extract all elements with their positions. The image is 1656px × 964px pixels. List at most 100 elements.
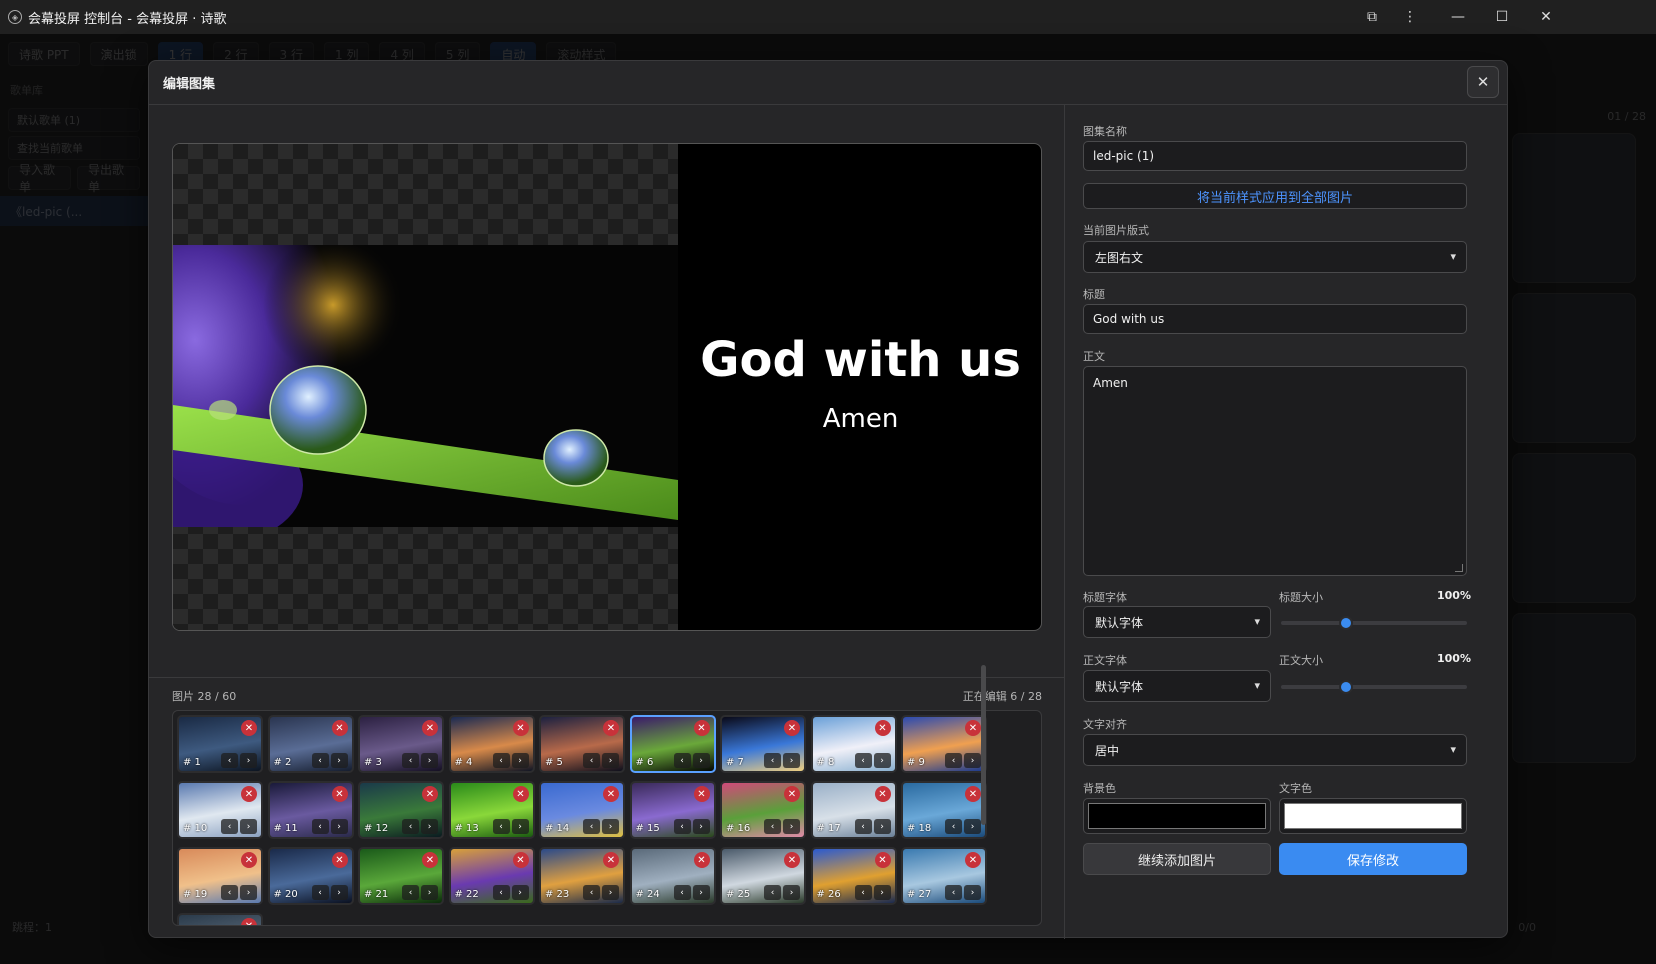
delete-icon[interactable]: ✕ — [241, 786, 257, 802]
delete-icon[interactable]: ✕ — [603, 852, 619, 868]
delete-icon[interactable]: ✕ — [784, 786, 800, 802]
move-right-icon[interactable]: › — [873, 753, 891, 768]
delete-icon[interactable]: ✕ — [784, 852, 800, 868]
move-right-icon[interactable]: › — [511, 753, 529, 768]
move-right-icon[interactable]: › — [964, 753, 981, 768]
move-left-icon[interactable]: ‹ — [583, 819, 600, 834]
move-right-icon[interactable]: › — [964, 885, 981, 900]
delete-icon[interactable]: ✕ — [965, 720, 981, 736]
move-right-icon[interactable]: › — [783, 885, 800, 900]
move-right-icon[interactable]: › — [692, 885, 710, 900]
thumbnail-item[interactable]: # 22 ✕ ‹ › — [448, 847, 535, 905]
move-left-icon[interactable]: ‹ — [402, 885, 419, 900]
delete-icon[interactable]: ✕ — [603, 786, 619, 802]
move-right-icon[interactable]: › — [421, 819, 438, 834]
delete-icon[interactable]: ✕ — [422, 786, 438, 802]
move-right-icon[interactable]: › — [964, 819, 981, 834]
move-right-icon[interactable]: › — [692, 753, 710, 768]
move-left-icon[interactable]: ‹ — [402, 819, 419, 834]
thumbnail-item[interactable]: # 1 ✕ ‹ › — [177, 715, 263, 773]
resize-handle-icon[interactable] — [1455, 564, 1463, 572]
delete-icon[interactable]: ✕ — [965, 786, 981, 802]
minimize-icon[interactable]: — — [1434, 0, 1482, 34]
move-right-icon[interactable]: › — [330, 753, 348, 768]
move-left-icon[interactable]: ‹ — [945, 885, 962, 900]
thumbnail-item[interactable]: # 9 ✕ ‹ › — [901, 715, 987, 773]
move-left-icon[interactable]: ‹ — [764, 819, 781, 834]
move-left-icon[interactable]: ‹ — [583, 885, 600, 900]
delete-icon[interactable]: ✕ — [874, 786, 891, 802]
thumbnail-scrollbar[interactable] — [981, 665, 986, 825]
delete-icon[interactable]: ✕ — [965, 852, 981, 868]
bg-color-picker[interactable] — [1083, 798, 1271, 834]
thumbnail-item[interactable]: # 2 ✕ ‹ › — [267, 715, 354, 773]
thumbnail-item[interactable]: # 21 ✕ ‹ › — [358, 847, 444, 905]
delete-icon[interactable]: ✕ — [331, 852, 348, 868]
thumbnail-item[interactable]: # 10 ✕ ‹ › — [177, 781, 263, 839]
delete-icon[interactable]: ✕ — [512, 852, 529, 868]
move-left-icon[interactable]: ‹ — [311, 819, 329, 834]
move-left-icon[interactable]: ‹ — [673, 753, 691, 768]
delete-icon[interactable]: ✕ — [693, 852, 710, 868]
layout-select[interactable]: 左图右文 ▾ — [1083, 241, 1467, 273]
body-font-select[interactable]: 默认字体 ▾ — [1083, 670, 1271, 702]
thumbnail-item[interactable]: # 26 ✕ ‹ › — [810, 847, 897, 905]
move-left-icon[interactable]: ‹ — [221, 885, 238, 900]
delete-icon[interactable]: ✕ — [693, 720, 710, 736]
thumbnail-item[interactable]: # 4 ✕ ‹ › — [448, 715, 535, 773]
add-more-images-button[interactable]: 继续添加图片 — [1083, 843, 1271, 875]
close-icon[interactable]: ✕ — [1522, 0, 1570, 34]
thumbnail-item[interactable]: # 27 ✕ ‹ › — [901, 847, 987, 905]
delete-icon[interactable]: ✕ — [512, 786, 529, 802]
body-size-slider[interactable] — [1281, 680, 1467, 694]
move-left-icon[interactable]: ‹ — [221, 819, 238, 834]
move-left-icon[interactable]: ‹ — [764, 885, 781, 900]
delete-icon[interactable]: ✕ — [603, 720, 619, 736]
move-right-icon[interactable]: › — [240, 885, 257, 900]
delete-icon[interactable]: ✕ — [874, 852, 891, 868]
text-align-select[interactable]: 居中 ▾ — [1083, 734, 1467, 766]
move-left-icon[interactable]: ‹ — [854, 819, 872, 834]
body-size-slider-knob[interactable] — [1339, 680, 1354, 694]
delete-icon[interactable]: ✕ — [422, 852, 438, 868]
body-textarea[interactable]: Amen — [1083, 366, 1467, 576]
move-left-icon[interactable]: ‹ — [311, 885, 329, 900]
move-left-icon[interactable]: ‹ — [945, 753, 962, 768]
move-left-icon[interactable]: ‹ — [311, 753, 329, 768]
more-vert-icon[interactable]: ⋮ — [1386, 0, 1434, 34]
maximize-icon[interactable]: ☐ — [1478, 0, 1526, 34]
thumbnail-item[interactable]: # 28✕‹› — [177, 913, 263, 925]
move-right-icon[interactable]: › — [421, 885, 438, 900]
move-right-icon[interactable]: › — [783, 753, 800, 768]
move-left-icon[interactable]: ‹ — [221, 753, 238, 768]
delete-icon[interactable]: ✕ — [241, 720, 257, 736]
title-size-slider[interactable] — [1281, 616, 1467, 630]
thumbnail-item[interactable]: # 15 ✕ ‹ › — [629, 781, 716, 839]
thumbnail-item[interactable]: # 11 ✕ ‹ › — [267, 781, 354, 839]
gallery-name-input[interactable]: led-pic (1) — [1083, 141, 1467, 171]
move-right-icon[interactable]: › — [421, 753, 438, 768]
move-left-icon[interactable]: ‹ — [854, 753, 872, 768]
delete-icon[interactable]: ✕ — [331, 786, 348, 802]
thumbnail-item[interactable]: # 14 ✕ ‹ › — [539, 781, 625, 839]
thumbnail-item[interactable]: # 8 ✕ ‹ › — [810, 715, 897, 773]
move-left-icon[interactable]: ‹ — [583, 753, 600, 768]
move-right-icon[interactable]: › — [330, 885, 348, 900]
title-input[interactable]: God with us — [1083, 304, 1467, 334]
move-right-icon[interactable]: › — [873, 885, 891, 900]
thumbnail-item[interactable]: # 6 ✕ ‹ › — [629, 715, 716, 773]
move-right-icon[interactable]: › — [511, 885, 529, 900]
title-size-slider-knob[interactable] — [1339, 616, 1354, 630]
move-right-icon[interactable]: › — [602, 753, 619, 768]
move-right-icon[interactable]: › — [692, 819, 710, 834]
move-left-icon[interactable]: ‹ — [854, 885, 872, 900]
thumbnail-item[interactable]: # 19 ✕ ‹ › — [177, 847, 263, 905]
thumbnail-item[interactable]: # 23 ✕ ‹ › — [539, 847, 625, 905]
thumbnail-item[interactable]: # 5 ✕ ‹ › — [539, 715, 625, 773]
move-left-icon[interactable]: ‹ — [492, 819, 510, 834]
thumbnail-item[interactable]: # 7 ✕ ‹ › — [720, 715, 806, 773]
thumbnail-item[interactable]: # 12 ✕ ‹ › — [358, 781, 444, 839]
move-right-icon[interactable]: › — [602, 885, 619, 900]
thumbnail-item[interactable]: # 25 ✕ ‹ › — [720, 847, 806, 905]
move-left-icon[interactable]: ‹ — [402, 753, 419, 768]
